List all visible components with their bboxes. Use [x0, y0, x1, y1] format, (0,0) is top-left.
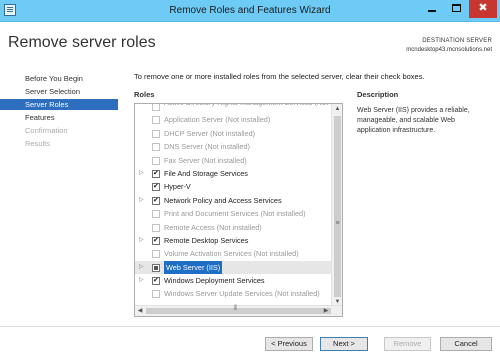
nav-item-before-you-begin[interactable]: Before You Begin: [0, 73, 118, 84]
role-item[interactable]: Windows Server Update Services (Not inst…: [135, 287, 332, 300]
role-checkbox[interactable]: [152, 194, 160, 207]
role-label: Remote Desktop Services: [164, 235, 249, 245]
role-item[interactable]: ▷ File And Storage Services: [135, 167, 332, 180]
role-item[interactable]: Volume Activation Services (Not installe…: [135, 247, 332, 260]
remove-button: Remove: [384, 337, 431, 351]
nav-item-confirmation: Confirmation: [25, 126, 68, 135]
expand-arrow-icon[interactable]: ▷: [139, 274, 145, 287]
vertical-scrollbar[interactable]: ▲ ▼: [331, 104, 342, 307]
maximize-button[interactable]: [444, 0, 468, 18]
role-label: Windows Deployment Services: [164, 276, 265, 286]
role-item[interactable]: Remote Access (Not installed): [135, 221, 332, 234]
role-checkbox: [152, 290, 160, 299]
horizontal-scroll-thumb[interactable]: [146, 305, 331, 314]
role-item[interactable]: Fax Server (Not installed): [135, 154, 332, 167]
vertical-scroll-thumb[interactable]: [334, 116, 341, 297]
scroll-up-arrow-icon[interactable]: ▲: [332, 104, 342, 114]
role-label: Windows Server Update Services (Not inst…: [164, 289, 320, 299]
destination-server-info: DESTINATION SERVER mcndesktop43.mcnsolut…: [406, 37, 492, 55]
role-item[interactable]: Hyper-V: [135, 180, 332, 193]
role-checkbox: [152, 156, 160, 165]
minimize-icon: [428, 10, 436, 13]
role-checkbox: [152, 129, 160, 138]
instruction-text: To remove one or more installed roles fr…: [134, 72, 425, 81]
role-item[interactable]: ▷ Network Policy and Access Services: [135, 194, 332, 207]
role-checkbox[interactable]: [152, 234, 160, 247]
role-item[interactable]: Active Directory Rights Management Servi…: [135, 104, 342, 113]
role-label: DHCP Server (Not installed): [164, 128, 256, 138]
role-checkbox[interactable]: [152, 274, 160, 287]
destination-label: DESTINATION SERVER: [422, 38, 492, 44]
close-icon: ✖: [478, 2, 488, 14]
role-item[interactable]: DNS Server (Not installed): [135, 140, 332, 153]
role-checkbox[interactable]: [152, 180, 160, 193]
close-button[interactable]: ✖: [469, 0, 497, 18]
role-checkbox: [152, 116, 160, 125]
nav-item-features[interactable]: Features: [0, 112, 118, 123]
page-title: Remove server roles: [8, 34, 156, 51]
role-label: DNS Server (Not installed): [164, 142, 250, 152]
expand-arrow-icon[interactable]: ▷: [139, 234, 145, 247]
nav-item-server-roles[interactable]: Server Roles: [0, 99, 118, 110]
destination-server-name: mcndesktop43.mcnsolutions.net: [406, 47, 492, 53]
nav-item-results: Results: [25, 139, 51, 148]
role-checkbox: [152, 223, 160, 232]
role-label: Application Server (Not installed): [164, 115, 271, 125]
role-checkbox: [152, 143, 160, 152]
expand-arrow-icon[interactable]: ▷: [139, 194, 145, 207]
role-label: Web Server (IIS): [164, 260, 223, 275]
next-button[interactable]: Next >: [320, 337, 368, 351]
wizard-nav: Before You Begin Server Selection Server…: [0, 73, 118, 151]
role-item[interactable]: Application Server (Not installed): [135, 113, 332, 126]
role-label: Network Policy and Access Services: [164, 195, 282, 205]
role-checkbox: [152, 210, 160, 219]
role-checkbox: [152, 104, 160, 111]
role-item[interactable]: ▷ Web Server (IIS): [135, 260, 332, 275]
cancel-button[interactable]: Cancel: [440, 337, 492, 351]
description-text: Web Server (IIS) provides a reliable, ma…: [357, 107, 470, 134]
minimize-button[interactable]: [420, 0, 444, 18]
expand-arrow-icon[interactable]: ▷: [139, 167, 145, 180]
roles-heading: Roles: [134, 90, 155, 99]
nav-item-server-selection[interactable]: Server Selection: [0, 86, 118, 97]
role-label: Remote Access (Not installed): [164, 222, 262, 232]
horizontal-scrollbar[interactable]: ◀ ▶: [135, 305, 342, 316]
roles-list: Active Directory Rights Management Servi…: [135, 104, 342, 301]
role-label: Volume Activation Services (Not installe…: [164, 249, 299, 259]
role-item[interactable]: Print and Document Services (Not install…: [135, 207, 332, 220]
role-item[interactable]: ▷ Windows Deployment Services: [135, 274, 332, 287]
role-item[interactable]: DHCP Server (Not installed): [135, 127, 332, 140]
role-checkbox[interactable]: [152, 263, 160, 272]
role-label: Active Directory Rights Management Servi…: [164, 104, 342, 109]
roles-tree[interactable]: Active Directory Rights Management Servi…: [134, 103, 343, 317]
maximize-icon: [451, 4, 461, 13]
wizard-footer: < Previous Next > Remove Cancel: [0, 326, 500, 356]
role-label: Fax Server (Not installed): [164, 155, 247, 165]
title-bar: Remove Roles and Features Wizard ✖: [0, 0, 500, 22]
description-heading: Description: [357, 90, 399, 99]
role-label: Print and Document Services (Not install…: [164, 209, 306, 219]
role-item[interactable]: ▷ Remote Desktop Services: [135, 234, 332, 247]
role-checkbox: [152, 250, 160, 259]
expand-arrow-icon[interactable]: ▷: [139, 261, 145, 274]
role-label: Hyper-V: [164, 182, 191, 192]
role-label: File And Storage Services: [164, 168, 248, 178]
previous-button[interactable]: < Previous: [265, 337, 313, 351]
role-checkbox[interactable]: [152, 167, 160, 180]
scroll-left-arrow-icon[interactable]: ◀: [135, 306, 145, 316]
scroll-right-arrow-icon[interactable]: ▶: [321, 306, 331, 316]
